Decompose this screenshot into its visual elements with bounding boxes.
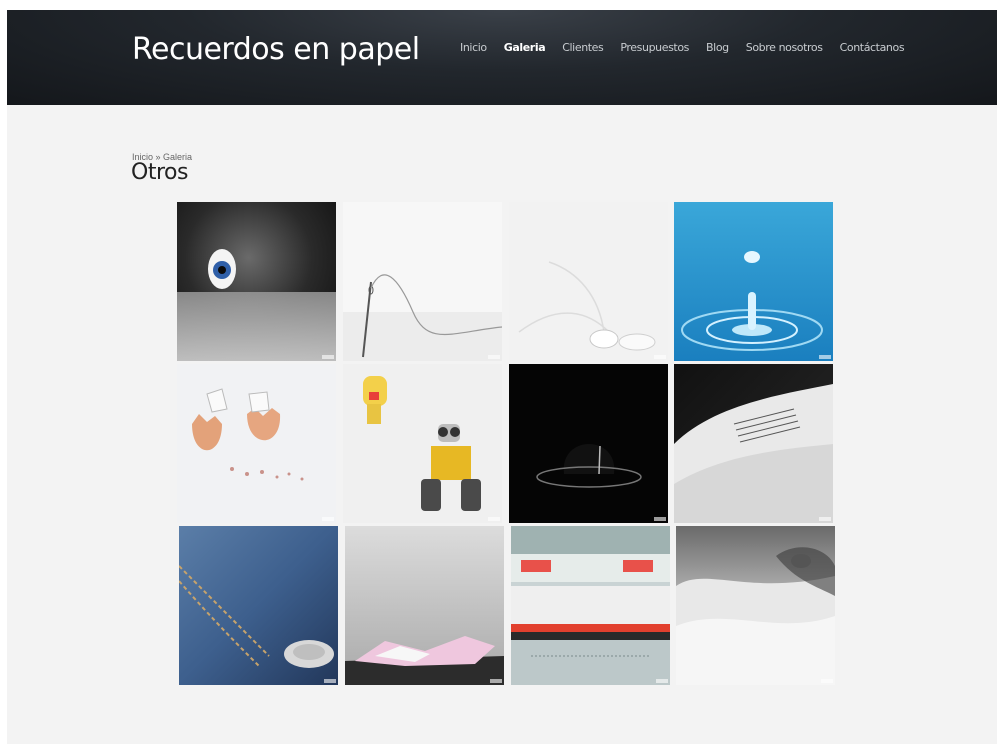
nav-item-blog[interactable]: Blog bbox=[706, 41, 729, 54]
site-header: Recuerdos en papel Inicio Galeria Client… bbox=[7, 10, 997, 105]
main-nav: Inicio Galeria Clientes Presupuestos Blo… bbox=[460, 41, 921, 54]
gallery-thumb-eye[interactable] bbox=[177, 202, 336, 361]
site-title[interactable]: Recuerdos en papel bbox=[132, 32, 420, 67]
gallery-thumb-wall-e[interactable] bbox=[343, 364, 502, 523]
gallery-thumb-water-drop[interactable] bbox=[674, 202, 833, 361]
gallery-thumb-eggshell[interactable] bbox=[177, 364, 336, 523]
page-title: Otros bbox=[131, 160, 188, 185]
nav-item-inicio[interactable]: Inicio bbox=[460, 41, 487, 54]
gallery-thumb-jeans[interactable] bbox=[179, 526, 338, 685]
nav-item-sobre-nosotros[interactable]: Sobre nosotros bbox=[746, 41, 823, 54]
page-frame: Recuerdos en papel Inicio Galeria Client… bbox=[7, 10, 997, 744]
gallery-thumb-needle[interactable] bbox=[343, 202, 502, 361]
gallery-thumb-earphones[interactable] bbox=[509, 202, 668, 361]
nav-item-galeria[interactable]: Galeria bbox=[504, 41, 546, 54]
nav-item-presupuestos[interactable]: Presupuestos bbox=[620, 41, 689, 54]
gallery-thumb-dark-lamp[interactable] bbox=[509, 364, 668, 523]
nav-item-contactanos[interactable]: Contáctanos bbox=[840, 41, 905, 54]
nav-item-clientes[interactable]: Clientes bbox=[562, 41, 604, 54]
gallery-thumb-snow-animal[interactable] bbox=[676, 526, 835, 685]
gallery-thumb-sky-paper[interactable] bbox=[345, 526, 504, 685]
gallery-thumb-subway-train[interactable] bbox=[511, 526, 670, 685]
gallery-thumb-open-book[interactable] bbox=[674, 364, 833, 523]
